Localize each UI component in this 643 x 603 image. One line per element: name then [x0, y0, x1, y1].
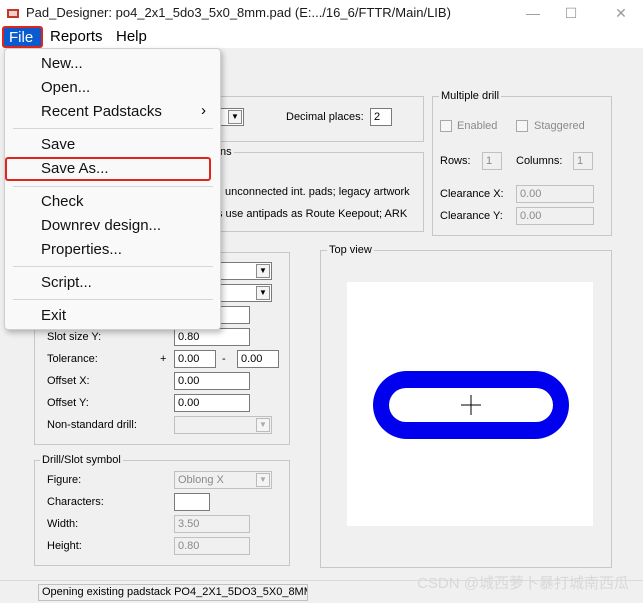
minimize-button[interactable]: — — [524, 4, 542, 22]
figure-label: Figure: — [47, 474, 82, 486]
chevron-down-icon: ▼ — [256, 473, 270, 487]
status-message: Opening existing padstack PO4_2X1_5DO3_5… — [38, 584, 308, 601]
menu-item-save-as[interactable]: Save As... — [5, 157, 211, 181]
tolerance-plus-sign: + — [160, 353, 167, 365]
clearance-y-label: Clearance Y: — [440, 210, 503, 222]
characters-label: Characters: — [47, 496, 104, 508]
maximize-button[interactable]: ☐ — [562, 4, 580, 22]
staggered-label: Staggered — [534, 120, 585, 132]
height-label: Height: — [47, 540, 82, 552]
tolerance-minus-input[interactable]: 0.00 — [237, 350, 279, 368]
menu-separator — [13, 266, 213, 267]
width-label: Width: — [47, 518, 79, 530]
file-menu-dropdown: New... Open... Recent Padstacks › Save S… — [4, 48, 221, 330]
slot-size-y-label: Slot size Y: — [47, 331, 102, 343]
recent-padstacks-label: Recent Padstacks — [41, 103, 162, 120]
menu-reports[interactable]: Reports — [44, 26, 109, 48]
non-standard-drill-combo[interactable]: ▼ — [174, 416, 272, 434]
tolerance-plus-input[interactable]: 0.00 — [174, 350, 216, 368]
menu-item-properties[interactable]: Properties... — [5, 238, 220, 262]
drill-symbol-group-label: Drill/Slot symbol — [40, 454, 123, 466]
menu-item-check[interactable]: Check — [5, 190, 220, 214]
menu-bar: File Reports Help — [0, 26, 643, 48]
top-view-group-label: Top view — [327, 244, 374, 256]
menu-item-script[interactable]: Script... — [5, 271, 220, 295]
width-input[interactable]: 3.50 — [174, 515, 250, 533]
offset-y-input[interactable]: 0.00 — [174, 394, 250, 412]
menu-item-new[interactable]: New... — [5, 52, 220, 76]
menu-separator — [13, 299, 213, 300]
drill-plating-combo[interactable]: ▼ — [220, 284, 272, 302]
chevron-down-icon: ▼ — [228, 110, 242, 124]
rows-label: Rows: — [440, 155, 471, 167]
non-standard-drill-label: Non-standard drill: — [47, 419, 137, 431]
staggered-checkbox[interactable] — [516, 120, 528, 132]
slot-size-x-input[interactable] — [220, 306, 250, 324]
figure-value: Oblong X — [178, 474, 224, 486]
multiple-drill-group-label: Multiple drill — [439, 90, 502, 102]
offset-x-label: Offset X: — [47, 375, 90, 387]
menu-item-recent-padstacks[interactable]: Recent Padstacks — [5, 100, 220, 124]
tolerance-minus-sign: - — [222, 353, 226, 365]
offset-y-label: Offset Y: — [47, 397, 89, 409]
watermark: CSDN @城西萝卜暴打城南西瓜 — [417, 575, 629, 592]
option-line-1: unconnected int. pads; legacy artwork — [225, 186, 410, 198]
enabled-checkbox[interactable] — [440, 120, 452, 132]
decimal-places-input[interactable]: 2 — [370, 108, 392, 126]
menu-item-exit[interactable]: Exit — [5, 304, 220, 328]
clearance-x-input[interactable]: 0.00 — [516, 185, 594, 203]
app-icon — [7, 9, 19, 18]
characters-input[interactable] — [174, 493, 210, 511]
clearance-y-input[interactable]: 0.00 — [516, 207, 594, 225]
slot-size-y-input[interactable]: 0.80 — [174, 328, 250, 346]
title-bar: Pad_Designer: po4_2x1_5do3_5x0_8mm.pad (… — [0, 0, 643, 26]
clearance-x-label: Clearance X: — [440, 188, 504, 200]
menu-file[interactable]: File — [2, 26, 43, 48]
menu-separator — [13, 128, 213, 129]
window-title: Pad_Designer: po4_2x1_5do3_5x0_8mm.pad (… — [26, 5, 451, 20]
close-button[interactable]: ✕ — [612, 4, 630, 22]
columns-label: Columns: — [516, 155, 563, 167]
offset-x-input[interactable]: 0.00 — [174, 372, 250, 390]
chevron-down-icon: ▼ — [256, 264, 270, 278]
menu-item-downrev-design[interactable]: Downrev design... — [5, 214, 220, 238]
height-input[interactable]: 0.80 — [174, 537, 250, 555]
menu-item-open[interactable]: Open... — [5, 76, 220, 100]
tolerance-label: Tolerance: — [47, 353, 98, 365]
enabled-label: Enabled — [457, 120, 498, 132]
decimal-places-label: Decimal places: — [286, 111, 364, 123]
pad-graphic — [373, 371, 569, 439]
menu-separator — [13, 186, 213, 187]
chevron-right-icon: › — [201, 102, 206, 119]
drill-figure-combo[interactable]: ▼ — [220, 262, 272, 280]
menu-item-save[interactable]: Save — [5, 133, 220, 157]
columns-input[interactable]: 1 — [573, 152, 593, 170]
top-view-canvas[interactable] — [347, 282, 593, 526]
chevron-down-icon: ▼ — [256, 418, 270, 432]
option-line-2: s use antipads as Route Keepout; ARK — [217, 208, 408, 220]
rows-input[interactable]: 1 — [482, 152, 502, 170]
figure-combo[interactable]: Oblong X ▼ — [174, 471, 272, 489]
chevron-down-icon: ▼ — [256, 286, 270, 300]
menu-help[interactable]: Help — [110, 26, 153, 48]
